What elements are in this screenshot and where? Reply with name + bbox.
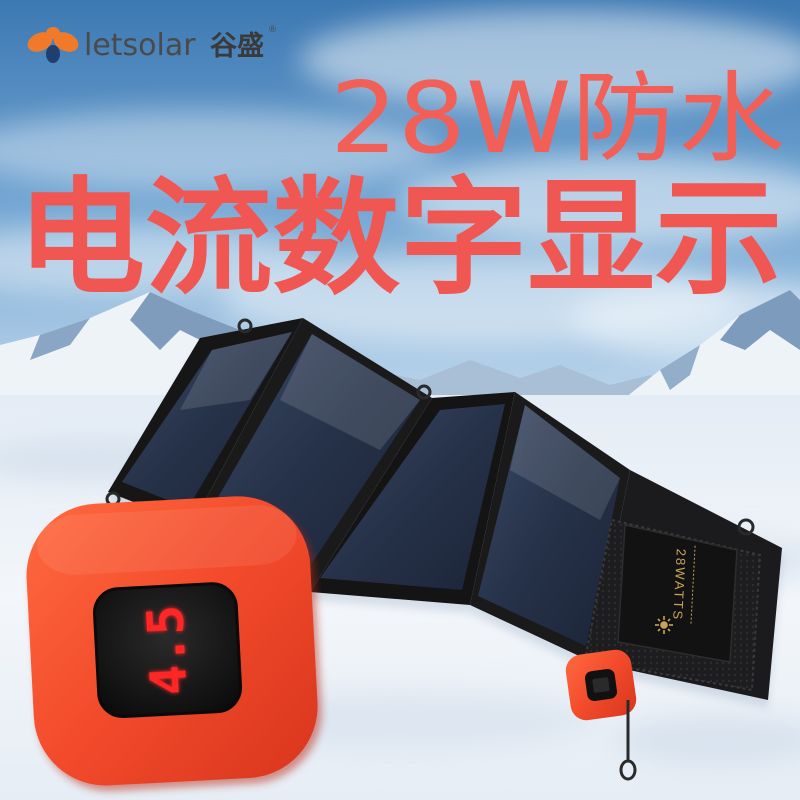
registered-mark: ® (268, 25, 277, 35)
subheadline: 电流数字显示 (18, 165, 783, 312)
brand-name: letsolar (84, 28, 196, 63)
product-ad-scene: letsolar 谷盛 ® 28W防水 电流数字显示 28WATTS 4.5 (0, 0, 800, 800)
display-value: 4.5 (136, 604, 199, 697)
power-bank-device: 4.5 (26, 496, 322, 792)
brand-name-cn: 谷盛 (210, 31, 264, 62)
headline: 28W防水 (330, 62, 785, 176)
